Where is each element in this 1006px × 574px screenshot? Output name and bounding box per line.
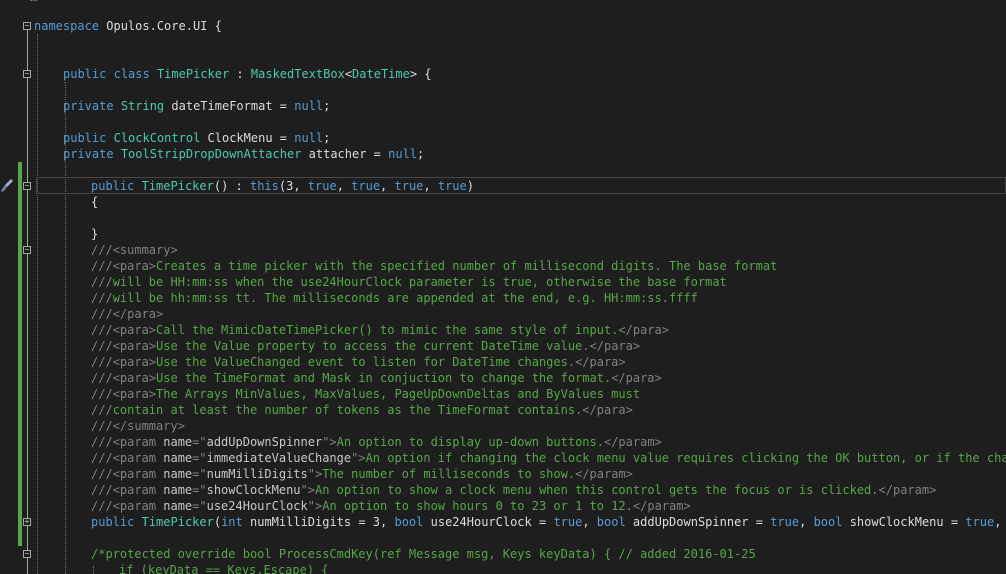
- code-line-open-brace[interactable]: {: [91, 194, 98, 210]
- doc-comment-line[interactable]: ///<para>Use the TimeFormat and Mask in …: [91, 370, 662, 386]
- partial-line-top: …: [30, 0, 37, 5]
- code-line-close-brace[interactable]: }: [91, 226, 98, 242]
- fold-collapse-icon[interactable]: −: [23, 70, 31, 78]
- doc-comment-line[interactable]: ///contain at least the number of tokens…: [91, 402, 633, 418]
- doc-comment-line[interactable]: ///will be hh:mm:ss tt. The milliseconds…: [91, 290, 698, 306]
- code-line-namespace[interactable]: namespace Opulos.Core.UI {: [34, 18, 222, 34]
- doc-comment-param[interactable]: ///<param name="addUpDownSpinner">An opt…: [91, 434, 662, 450]
- doc-comment-line[interactable]: ///<summary>: [91, 242, 178, 258]
- fold-collapse-icon[interactable]: −: [23, 550, 31, 558]
- indent-guide: [93, 566, 94, 574]
- doc-comment-param[interactable]: ///<param name="immediateValueChange">An…: [91, 450, 1006, 466]
- doc-comment-param[interactable]: ///<param name="numMilliDigits">The numb…: [91, 466, 633, 482]
- doc-comment-line[interactable]: ///<para>Use the ValueChanged event to l…: [91, 354, 626, 370]
- doc-comment-line[interactable]: ///</para>: [91, 306, 163, 322]
- block-comment-line[interactable]: if (keyData == Keys.Escape) {: [119, 562, 329, 574]
- fold-collapse-icon[interactable]: −: [23, 182, 31, 190]
- indent-guide: [37, 34, 38, 574]
- doc-comment-line[interactable]: ///</summary>: [91, 418, 185, 434]
- code-editor[interactable]: … − − − − + − namespace Opulos.Core.UI {…: [0, 0, 1006, 574]
- paintbrush-icon[interactable]: [0, 177, 14, 193]
- block-comment-line[interactable]: /*protected override bool ProcessCmdKey(…: [91, 546, 756, 562]
- doc-comment-line[interactable]: ///<para>The Arrays MinValues, MaxValues…: [91, 386, 640, 402]
- doc-comment-param[interactable]: ///<param name="use24HourClock">An optio…: [91, 498, 691, 514]
- code-line-ctor-main[interactable]: public TimePicker(int numMilliDigits = 3…: [91, 514, 1006, 530]
- fold-expand-icon[interactable]: +: [23, 518, 31, 526]
- code-line-text: namespace Opulos.Core.UI {: [34, 19, 222, 33]
- code-line-class-decl[interactable]: public class TimePicker : MaskedTextBox<…: [63, 66, 432, 82]
- fold-collapse-icon[interactable]: −: [23, 246, 31, 254]
- doc-comment-line[interactable]: ///will be HH:mm:ss when the use24HourCl…: [91, 274, 727, 290]
- code-line-field-clockmenu[interactable]: public ClockControl ClockMenu = null;: [63, 130, 330, 146]
- doc-comment-line[interactable]: ///<para>Call the MimicDateTimePicker() …: [91, 322, 669, 338]
- code-line-field-format[interactable]: private String dateTimeFormat = null;: [63, 98, 330, 114]
- code-line-field-attacher[interactable]: private ToolStripDropDownAttacher attach…: [63, 146, 424, 162]
- code-line-ctor-default[interactable]: public TimePicker() : this(3, true, true…: [91, 178, 474, 194]
- doc-comment-line[interactable]: ///<para>Creates a time picker with the …: [91, 258, 777, 274]
- doc-comment-line[interactable]: ///<para>Use the Value property to acces…: [91, 338, 640, 354]
- fold-collapse-icon[interactable]: −: [23, 22, 31, 30]
- doc-comment-param[interactable]: ///<param name="showClockMenu">An option…: [91, 482, 936, 498]
- fold-guide-namespace: [27, 30, 28, 574]
- changed-lines-bar: [18, 162, 22, 546]
